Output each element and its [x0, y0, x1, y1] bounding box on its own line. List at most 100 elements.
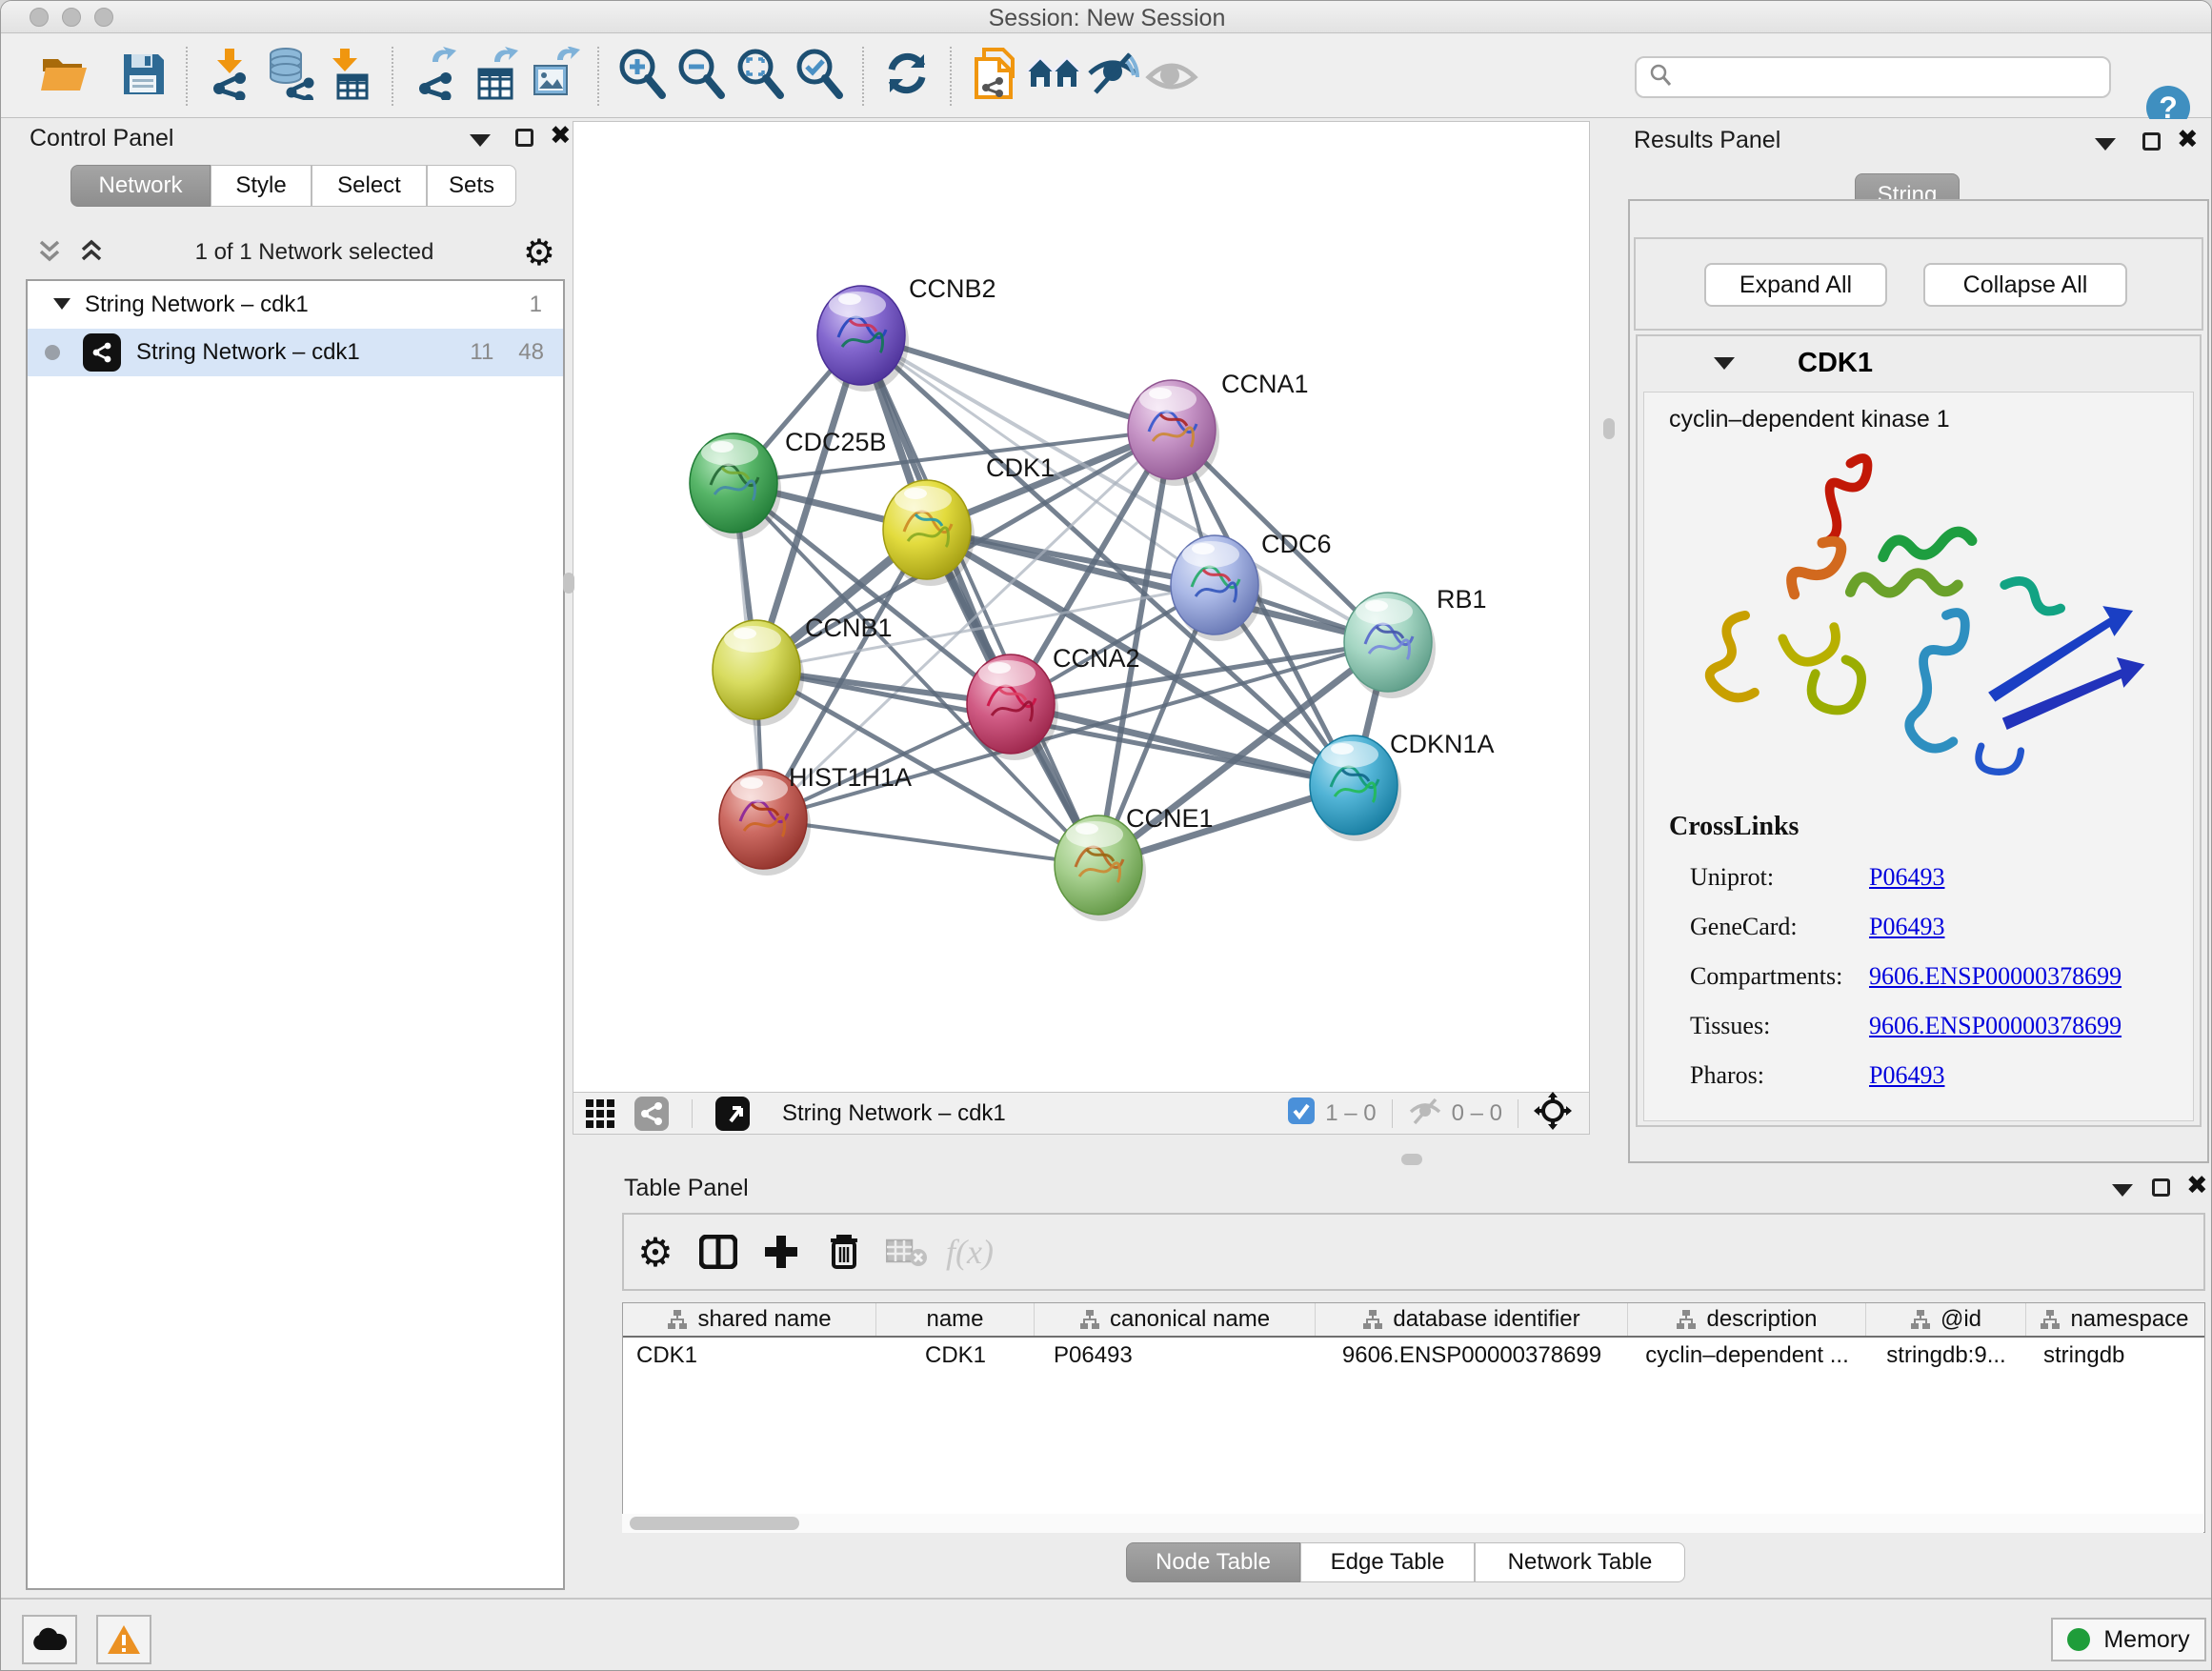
node-CDKN1A[interactable] — [1310, 735, 1401, 841]
string-import-button[interactable] — [965, 47, 1024, 106]
column-header-canonical-name[interactable]: canonical name — [1035, 1303, 1316, 1336]
node-CDC25B[interactable] — [690, 433, 781, 539]
window-titlebar: Session: New Session — [1, 1, 2212, 33]
section-collapse-icon[interactable] — [1714, 357, 1735, 370]
search-field[interactable] — [1635, 56, 2111, 98]
import-network-from-database-button[interactable] — [260, 47, 319, 106]
bottom-splitter-handle[interactable] — [1401, 1154, 1422, 1165]
table-horizontal-scrollbar[interactable] — [622, 1514, 2203, 1533]
node-CCNB2[interactable] — [817, 286, 909, 392]
save-session-button[interactable] — [113, 47, 172, 106]
left-splitter-handle[interactable] — [563, 573, 574, 594]
selected-checkbox-icon[interactable] — [1287, 1097, 1316, 1130]
export-table-button[interactable] — [466, 47, 525, 106]
control-panel-menu-icon[interactable] — [470, 134, 491, 147]
tissues-link[interactable]: 9606.ENSP00000378699 — [1869, 1012, 2122, 1040]
table-panel-close-icon[interactable]: ✖ — [2186, 1173, 2208, 1198]
export-network-button[interactable] — [407, 47, 466, 106]
zoom-fit-button[interactable] — [731, 47, 790, 106]
expand-all-networks-icon[interactable] — [77, 236, 106, 270]
node-RB1[interactable] — [1344, 593, 1436, 698]
collapse-all-button[interactable]: Collapse All — [1923, 263, 2127, 307]
search-icon — [1648, 63, 1673, 92]
collection-count: 1 — [530, 292, 542, 318]
cloud-status-button[interactable] — [22, 1615, 77, 1664]
search-input[interactable] — [1673, 63, 2082, 91]
import-table-button[interactable] — [319, 47, 378, 106]
table-panel-title: Table Panel — [624, 1175, 749, 1202]
hide-items-button[interactable] — [1083, 47, 1142, 106]
uniprot-link[interactable]: P06493 — [1869, 863, 1944, 892]
scrollbar-thumb[interactable] — [630, 1517, 799, 1530]
crosshair-icon[interactable] — [1534, 1092, 1572, 1135]
column-header-id[interactable]: @id — [1866, 1303, 2026, 1336]
network-row-selected[interactable]: String Network – cdk1 11 48 — [28, 329, 563, 376]
hidden-eye-slash-icon[interactable] — [1408, 1097, 1442, 1130]
pharos-link[interactable]: P06493 — [1869, 1061, 1944, 1090]
edge-CCNA2-CDKN1A[interactable] — [1011, 704, 1354, 785]
zoom-in-button[interactable] — [613, 47, 672, 106]
export-image-button[interactable] — [525, 47, 584, 106]
collection-expand-icon[interactable] — [52, 292, 71, 318]
network-options-gear-icon[interactable]: ⚙ — [523, 232, 555, 273]
network-canvas[interactable]: CCNB2CCNA1CDC25BCDK1CDC6RB1CCNB1CCNA2CDK… — [573, 121, 1590, 1093]
open-in-window-icon[interactable] — [708, 1085, 757, 1142]
show-columns-icon[interactable] — [687, 1223, 750, 1280]
tab-network[interactable]: Network — [70, 165, 211, 207]
column-header-shared-name[interactable]: shared name — [623, 1303, 876, 1336]
results-panel-float-icon[interactable] — [2142, 132, 2161, 151]
open-folder-icon — [40, 51, 90, 100]
collapse-all-networks-icon[interactable] — [35, 236, 64, 270]
crosslink-row: Tissues: 9606.ENSP00000378699 — [1669, 1012, 2122, 1040]
column-header-name[interactable]: name — [876, 1303, 1035, 1336]
delete-table-icon-disabled — [875, 1223, 938, 1280]
zoom-selected-button[interactable] — [790, 47, 849, 106]
create-column-plus-icon[interactable] — [750, 1223, 813, 1280]
tab-style[interactable]: Style — [211, 165, 312, 207]
show-items-button[interactable] — [1142, 47, 1201, 106]
column-header-description[interactable]: description — [1628, 1303, 1866, 1336]
right-splitter-handle[interactable] — [1603, 418, 1615, 439]
cloud-icon — [31, 1627, 68, 1652]
table-row[interactable]: CDK1 CDK1 P06493 9606.ENSP00000378699 cy… — [623, 1338, 2204, 1374]
zoom-out-button[interactable] — [672, 47, 731, 106]
results-panel-close-icon[interactable]: ✖ — [2177, 127, 2199, 152]
tab-network-table[interactable]: Network Table — [1475, 1542, 1685, 1582]
table-panel-menu-icon[interactable] — [2112, 1184, 2133, 1197]
tab-node-table[interactable]: Node Table — [1126, 1542, 1300, 1582]
table-export-icon — [472, 47, 519, 105]
node-CDC6[interactable] — [1171, 535, 1262, 641]
column-header-database-identifier[interactable]: database identifier — [1316, 1303, 1628, 1336]
string-network-graph[interactable]: CCNB2CCNA1CDC25BCDK1CDC6RB1CCNB1CCNA2CDK… — [573, 122, 1589, 1092]
node-CCNA1[interactable] — [1128, 380, 1219, 486]
table-options-gear-icon[interactable]: ⚙ — [624, 1223, 687, 1280]
zoom-fit-icon — [734, 48, 786, 104]
warnings-button[interactable] — [96, 1615, 151, 1664]
tab-sets[interactable]: Sets — [427, 165, 516, 207]
crosslink-row: GeneCard: P06493 — [1669, 913, 2122, 941]
compartments-link[interactable]: 9606.ENSP00000378699 — [1869, 962, 2122, 991]
homes-icon-button[interactable] — [1024, 47, 1083, 106]
column-header-namespace[interactable]: namespace — [2026, 1303, 2202, 1336]
toolbar-separator — [597, 47, 599, 106]
control-panel-close-icon[interactable]: ✖ — [550, 123, 572, 149]
tab-select[interactable]: Select — [312, 165, 427, 207]
expand-all-button[interactable]: Expand All — [1704, 263, 1887, 307]
apply-layout-button[interactable] — [877, 47, 936, 106]
memory-button[interactable]: Memory — [2051, 1618, 2206, 1661]
node-CCNB1[interactable] — [713, 620, 804, 726]
table-panel-float-icon[interactable] — [2152, 1178, 2170, 1197]
results-panel-menu-icon[interactable] — [2095, 138, 2116, 151]
protein-section-header[interactable]: CDK1 — [1638, 336, 2200, 390]
open-file-button[interactable] — [35, 47, 94, 106]
control-panel-float-icon[interactable] — [515, 129, 533, 147]
import-network-button[interactable] — [201, 47, 260, 106]
tab-edge-table[interactable]: Edge Table — [1300, 1542, 1475, 1582]
node-CDK1[interactable] — [883, 480, 975, 586]
string-network-icon — [83, 333, 121, 372]
genecard-link[interactable]: P06493 — [1869, 913, 1944, 941]
network-collection-row[interactable]: String Network – cdk1 1 — [28, 281, 563, 329]
birds-eye-grid-icon[interactable] — [573, 1085, 627, 1142]
edge-HIST1H1A-CCNE1[interactable] — [763, 819, 1098, 865]
delete-column-trash-icon[interactable] — [813, 1223, 875, 1280]
